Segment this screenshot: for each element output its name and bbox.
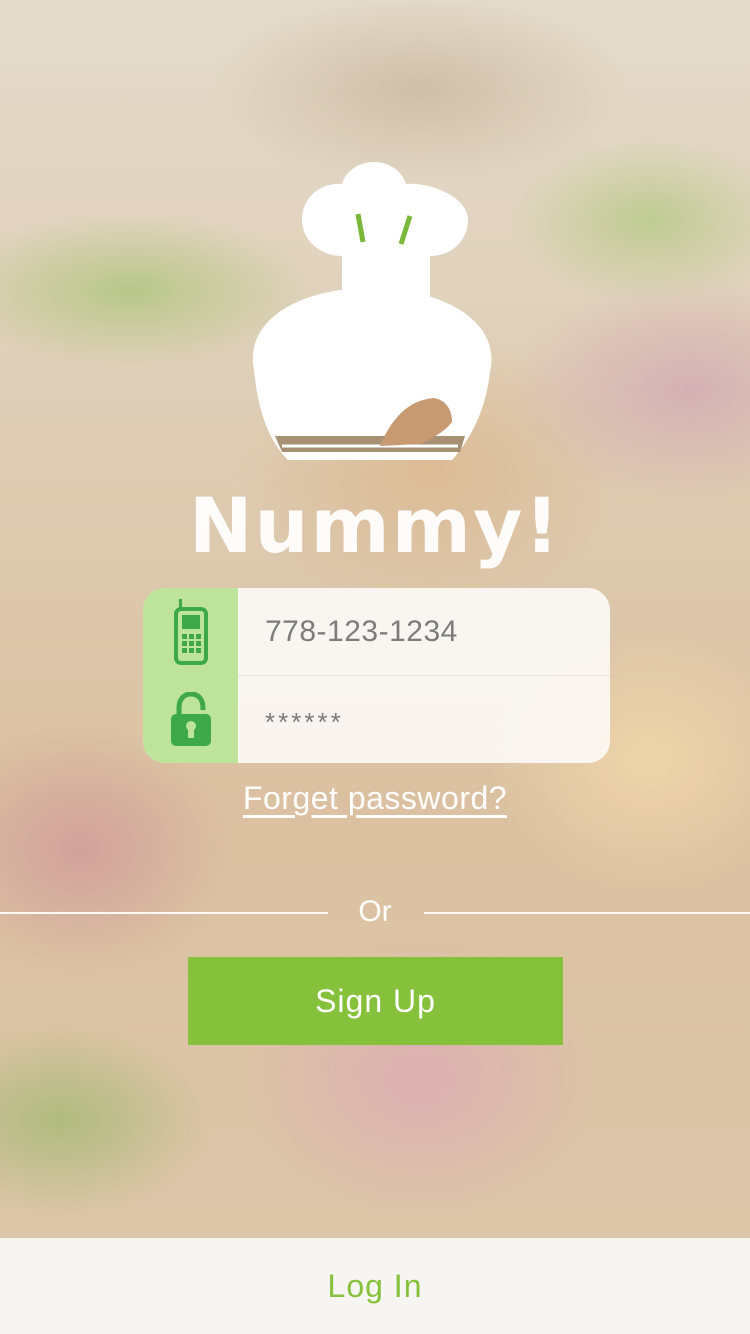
- mobile-phone-icon: [173, 599, 208, 665]
- app-logo: [220, 160, 520, 480]
- log-in-button[interactable]: Log In: [0, 1238, 750, 1334]
- chef-cloche-logo-icon: [252, 162, 492, 460]
- separator-line-right: [424, 912, 750, 914]
- password-input[interactable]: ******: [265, 676, 344, 763]
- phone-input[interactable]: 778-123-1234: [265, 588, 458, 675]
- sign-up-button[interactable]: Sign Up: [188, 957, 563, 1045]
- forget-password-link[interactable]: Forget password?: [0, 780, 750, 817]
- login-screen: Nummy! 778-123-1234 ****** Forget passwo…: [0, 0, 750, 1334]
- phone-field[interactable]: 778-123-1234: [143, 588, 610, 676]
- padlock-icon: [170, 691, 211, 746]
- password-field[interactable]: ******: [143, 676, 610, 763]
- brand-name: Nummy!: [188, 481, 562, 570]
- phone-icon-cell: [143, 588, 238, 676]
- bottom-bar: Log In: [0, 1238, 750, 1334]
- login-form: 778-123-1234 ******: [143, 588, 610, 763]
- password-icon-cell: [143, 676, 238, 763]
